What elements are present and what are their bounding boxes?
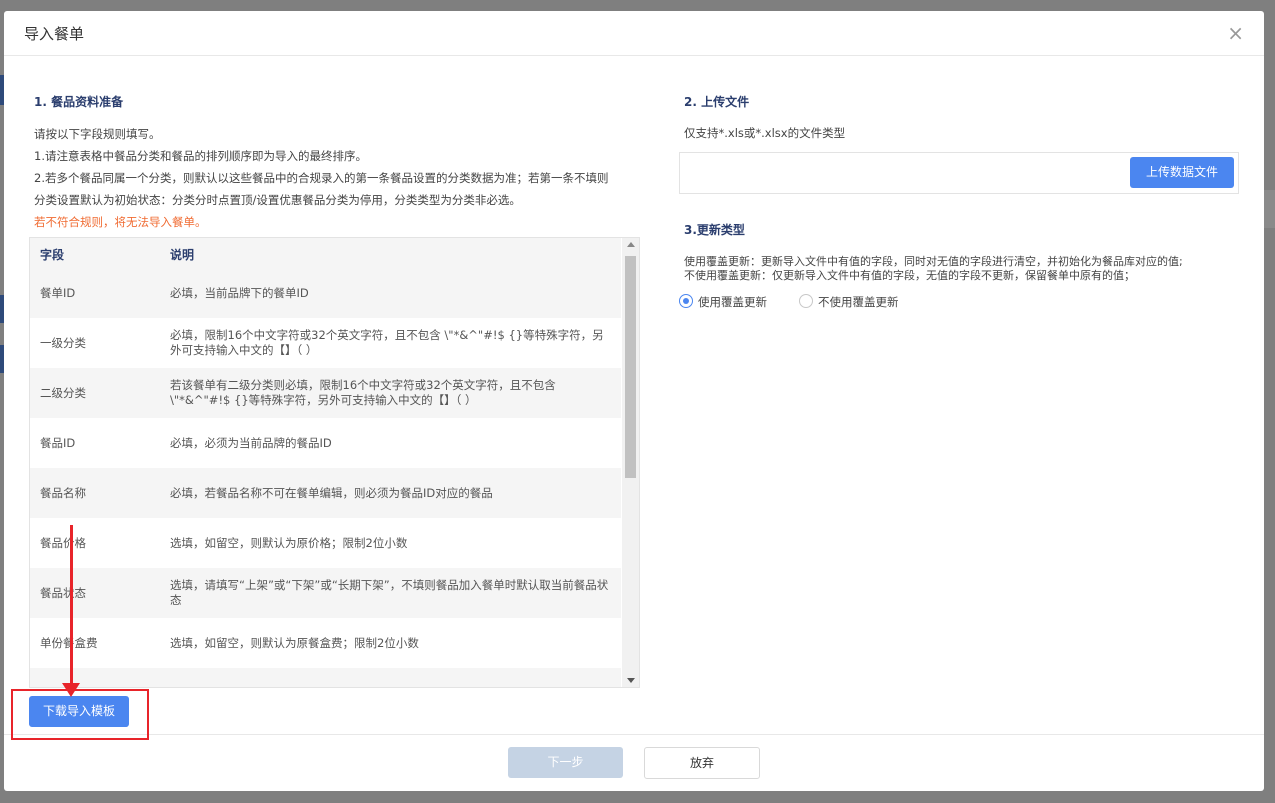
section-title-update-type: 3.更新类型 (684, 223, 745, 237)
cell-desc: 选填，如留空，则默认为原餐盒费；限制2位小数 (170, 635, 419, 650)
update-desc-no-overwrite: 不使用覆盖更新：仅更新导入文件中有值的字段，无值的字段不更新，保留餐单中原有的值… (684, 269, 1135, 282)
scroll-up-icon[interactable] (627, 242, 635, 247)
abandon-button[interactable]: 放弃 (644, 747, 760, 779)
table-scrollbar[interactable] (622, 238, 639, 687)
cell-desc: 必填，若餐品名称不可在餐单编辑，则必须为餐品ID对应的餐品 (170, 485, 493, 500)
cell-field: 餐品ID (40, 436, 76, 450)
header-field: 字段 (40, 248, 65, 262)
dialog-footer: 下一步 放弃 (4, 734, 1264, 791)
table-row (30, 668, 621, 687)
background-app-panel (1264, 190, 1275, 228)
rule-2-text-line1: 2.若多个餐品同属一个分类，则默认以这些餐品中的合规录入的第一条餐品设置的分类数… (34, 171, 609, 185)
radio-overwrite[interactable] (679, 294, 693, 308)
intro-text: 请按以下字段规则填写。 (34, 127, 161, 141)
section-title-upload: 2. 上传文件 (684, 95, 750, 109)
radio-no-overwrite-label[interactable]: 不使用覆盖更新 (818, 294, 899, 310)
dialog-header: 导入餐单 × (4, 11, 1264, 56)
cell-desc: 必填，限制16个中文字符或32个英文字符，且不包含 \"*&^"#!$ {}等特… (170, 328, 604, 357)
annotation-arrow (70, 525, 73, 693)
cell-field: 一级分类 (40, 336, 86, 350)
warning-text: 若不符合规则，将无法导入餐单。 (34, 215, 207, 229)
upload-data-file-button[interactable]: 上传数据文件 (1130, 157, 1234, 188)
cell-field: 餐品价格 (40, 536, 86, 550)
scroll-thumb[interactable] (625, 256, 636, 478)
cell-desc: 必填，当前品牌下的餐单ID (170, 285, 309, 300)
table-row: 单份餐盒费 选填，如留空，则默认为原餐盒费；限制2位小数 (30, 618, 621, 668)
table-row: 餐品名称 必填，若餐品名称不可在餐单编辑，则必须为餐品ID对应的餐品 (30, 468, 621, 518)
radio-no-overwrite[interactable] (799, 294, 813, 308)
cell-field: 餐品名称 (40, 486, 86, 500)
table-body: 餐单ID 必填，当前品牌下的餐单ID 一级分类 必填，限制16个中文字符或32个… (30, 268, 621, 687)
scroll-down-icon[interactable] (627, 678, 635, 683)
section-title-prepare: 1. 餐品资料准备 (34, 95, 124, 109)
upload-file-field[interactable]: 上传数据文件 (679, 152, 1239, 194)
table-row: 餐品价格 选填，如留空，则默认为原价格；限制2位小数 (30, 518, 621, 568)
rule-2-text-line2: 分类设置默认为初始状态：分类分时点置顶/设置优惠餐品分类为停用，分类类型为分类非… (34, 193, 521, 207)
cell-desc: 必填，必须为当前品牌的餐品ID (170, 435, 332, 450)
rule-1-text: 1.请注意表格中餐品分类和餐品的排列顺序即为导入的最终排序。 (34, 149, 367, 163)
upload-hint: 仅支持*.xls或*.xlsx的文件类型 (684, 126, 846, 140)
table-row: 餐单ID 必填，当前品牌下的餐单ID (30, 268, 621, 318)
annotation-highlight-box (11, 689, 149, 740)
table-row: 餐品状态 选填，请填写“上架”或“下架”或“长期下架”，不填则餐品加入餐单时默认… (30, 568, 621, 618)
cell-desc: 选填，如留空，则默认为原价格；限制2位小数 (170, 535, 408, 550)
header-desc: 说明 (170, 248, 195, 262)
table-row: 一级分类 必填，限制16个中文字符或32个英文字符，且不包含 \"*&^"#!$… (30, 318, 621, 368)
cell-field: 单份餐盒费 (40, 636, 98, 650)
cell-field: 餐品状态 (40, 586, 86, 600)
table-header: 字段 说明 (30, 238, 621, 268)
radio-overwrite-label[interactable]: 使用覆盖更新 (698, 294, 767, 310)
cell-desc: 选填，请填写“上架”或“下架”或“长期下架”，不填则餐品加入餐单时默认取当前餐品… (170, 578, 609, 607)
table-row: 餐品ID 必填，必须为当前品牌的餐品ID (30, 418, 621, 468)
close-icon[interactable]: × (1227, 23, 1244, 43)
cell-field: 餐单ID (40, 286, 76, 300)
next-step-button[interactable]: 下一步 (508, 747, 623, 778)
cell-desc (170, 668, 610, 687)
field-rules-table[interactable]: 字段 说明 餐单ID 必填，当前品牌下的餐单ID 一级分类 必填，限制16个中文… (29, 237, 640, 688)
cell-desc: 若该餐单有二级分类则必填，限制16个中文字符或32个英文字符，且不包含 \"*&… (170, 378, 556, 407)
import-menu-dialog: 导入餐单 × 1. 餐品资料准备 请按以下字段规则填写。 1.请注意表格中餐品分… (4, 11, 1264, 791)
cell-field: 二级分类 (40, 386, 86, 400)
table-row: 二级分类 若该餐单有二级分类则必填，限制16个中文字符或32个英文字符，且不包含… (30, 368, 621, 418)
dialog-title: 导入餐单 (24, 25, 85, 43)
